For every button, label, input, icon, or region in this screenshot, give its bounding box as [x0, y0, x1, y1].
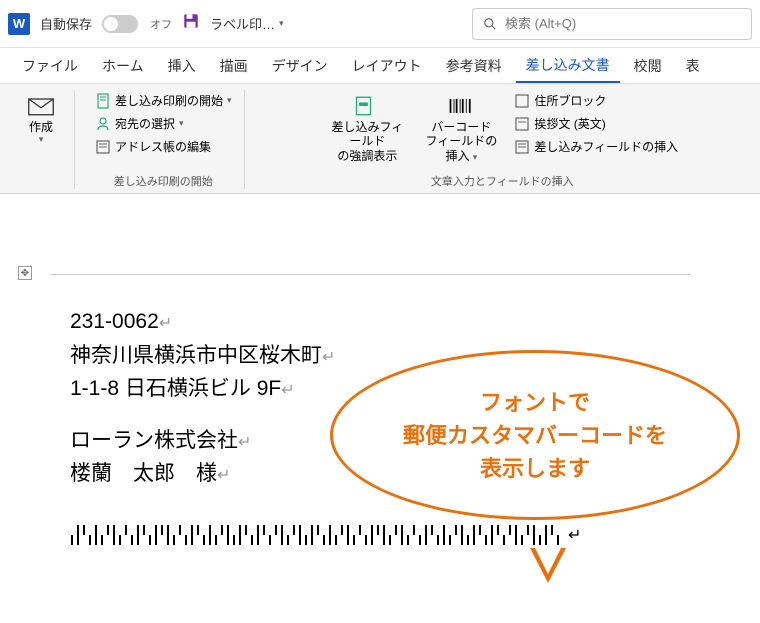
tab-references[interactable]: 参考資料 [436, 50, 512, 82]
save-icon[interactable] [182, 12, 200, 35]
barcode-button-label: バーコードフィールドの挿入 ▾ [420, 120, 502, 163]
table-move-handle[interactable]: ✥ [18, 266, 32, 280]
highlight-merge-fields-button[interactable]: 差し込みフィールドの強調表示 [322, 90, 412, 167]
address-block-icon [514, 93, 530, 109]
ribbon-group-label-insert: 文章入力とフィールドの挿入 [431, 173, 574, 189]
people-icon [95, 116, 111, 132]
tab-file[interactable]: ファイル [12, 50, 88, 82]
insert-merge-field-button[interactable]: 差し込みフィールドの挿入 [510, 136, 682, 157]
greeting-line-button[interactable]: 挨拶文 (英文) [510, 113, 682, 134]
tab-home[interactable]: ホーム [92, 50, 154, 82]
tab-view[interactable]: 表 [676, 50, 710, 82]
autosave-toggle[interactable] [102, 15, 138, 33]
ribbon-group-insert-fields: 差し込みフィールドの強調表示 バーコードフィールドの挿入 ▾ 住所ブロック 挨拶… [253, 90, 752, 189]
ribbon-group-label [39, 177, 42, 189]
start-mail-merge-button[interactable]: 差し込み印刷の開始 ▾ [91, 90, 236, 111]
insert-barcode-button[interactable]: バーコードフィールドの挿入 ▾ [416, 90, 506, 167]
greeting-icon [514, 116, 530, 132]
document-title-text: ラベル印… [210, 14, 275, 33]
search-icon [483, 17, 497, 31]
ribbon-group-label-start: 差し込み印刷の開始 [114, 173, 213, 189]
select-recipients-button[interactable]: 宛先の選択 ▾ [91, 113, 236, 134]
paragraph-mark: ↵ [568, 525, 581, 545]
postal-code-line[interactable]: 231-0062↵ [70, 305, 670, 339]
edit-recipients-button[interactable]: アドレス帳の編集 [91, 136, 236, 157]
callout-text: フォントで 郵便カスタマバーコードを 表示します [403, 386, 667, 485]
barcode-line[interactable]: ↵ [70, 521, 670, 549]
edit-list-icon [95, 139, 111, 155]
chevron-down-icon: ▾ [227, 95, 232, 106]
tab-layout[interactable]: レイアウト [342, 50, 432, 82]
select-recipients-label: 宛先の選択 [115, 115, 175, 132]
merge-field-icon [514, 139, 530, 155]
barcode-icon [447, 94, 475, 118]
chevron-down-icon: ▾ [39, 134, 44, 145]
document-icon [95, 93, 111, 109]
ribbon: 作成 ▾ 差し込み印刷の開始 ▾ 宛先の選択 ▾ [0, 84, 760, 194]
create-button[interactable]: 作成 ▾ [16, 90, 66, 149]
autosave-label: 自動保存 [40, 14, 92, 33]
tab-design[interactable]: デザイン [262, 50, 338, 82]
document-title[interactable]: ラベル印… ▾ [210, 14, 284, 33]
search-box[interactable] [472, 8, 752, 40]
chevron-down-icon: ▾ [279, 18, 284, 29]
envelope-icon [27, 94, 55, 118]
highlight-fields-label: 差し込みフィールドの強調表示 [326, 120, 408, 163]
annotation-callout: フォントで 郵便カスタマバーコードを 表示します [330, 350, 740, 520]
insert-merge-field-label: 差し込みフィールドの挿入 [534, 138, 678, 155]
highlight-field-icon [353, 94, 381, 118]
chevron-down-icon: ▾ [179, 118, 184, 129]
callout-bubble: フォントで 郵便カスタマバーコードを 表示します [330, 350, 740, 520]
tab-review[interactable]: 校閲 [624, 50, 672, 82]
address-block-label: 住所ブロック [534, 92, 606, 109]
ribbon-group-start-merge: 差し込み印刷の開始 ▾ 宛先の選択 ▾ アドレス帳の編集 差し込み印刷の開始 [83, 90, 245, 189]
autosave-state: オフ [150, 16, 172, 32]
title-bar: W 自動保存 オフ ラベル印… ▾ [0, 0, 760, 48]
search-input[interactable] [505, 16, 741, 31]
word-app-icon: W [8, 13, 30, 35]
tab-insert[interactable]: 挿入 [158, 50, 206, 82]
start-mail-merge-label: 差し込み印刷の開始 [115, 92, 223, 109]
address-block-button[interactable]: 住所ブロック [510, 90, 682, 111]
ribbon-tabs: ファイル ホーム 挿入 描画 デザイン レイアウト 参考資料 差し込み文書 校閲… [0, 48, 760, 84]
tab-mailings[interactable]: 差し込み文書 [516, 49, 620, 83]
tab-draw[interactable]: 描画 [210, 50, 258, 82]
customer-barcode [70, 521, 560, 549]
greeting-label: 挨拶文 (英文) [534, 115, 605, 132]
create-button-label: 作成 [29, 120, 53, 134]
edit-recipients-label: アドレス帳の編集 [115, 138, 211, 155]
ribbon-group-create: 作成 ▾ [8, 90, 75, 189]
